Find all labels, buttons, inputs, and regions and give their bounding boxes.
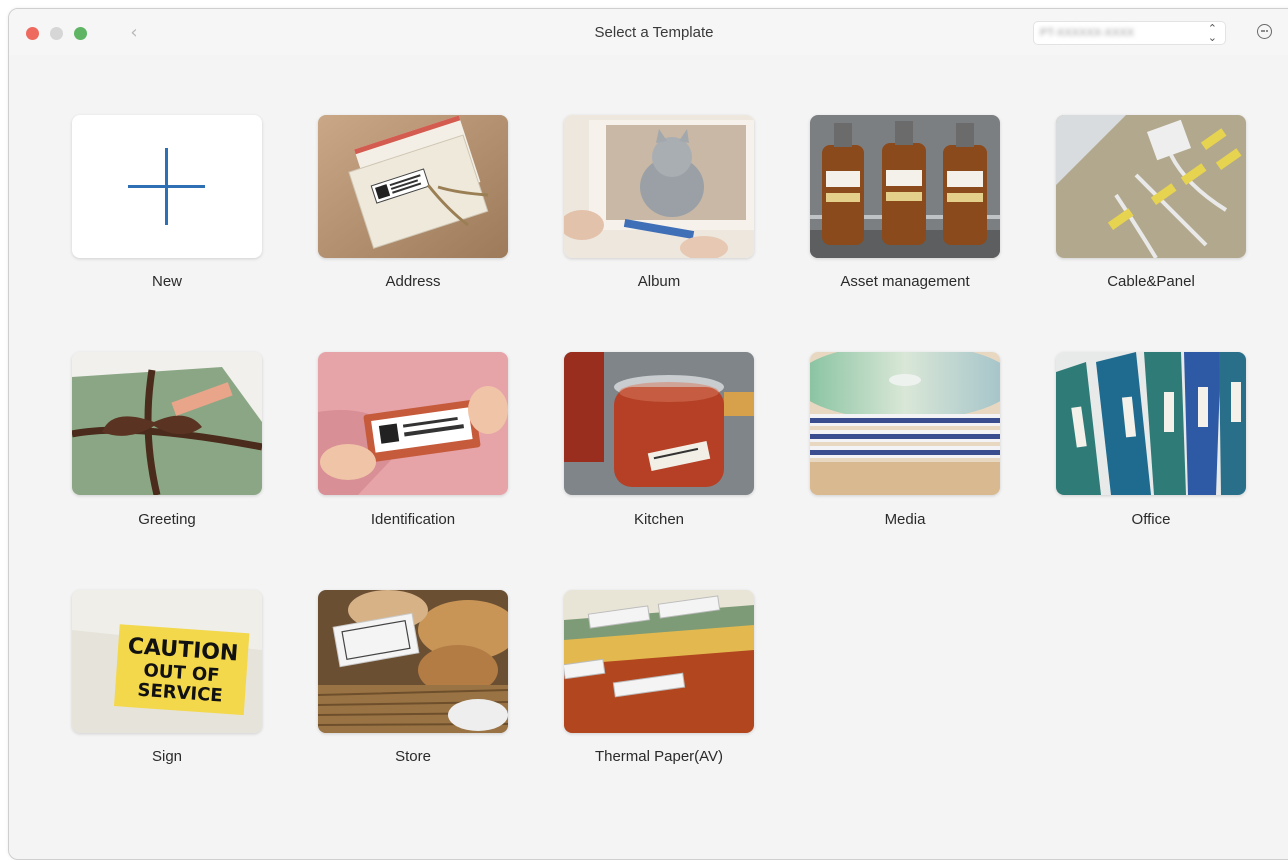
cable-panel-thumbnail[interactable] — [1056, 115, 1246, 258]
new-template-tile[interactable] — [72, 115, 262, 258]
printer-select[interactable]: PT-XXXXXX-XXXX ⌃ ⌄ — [1033, 21, 1226, 45]
template-label: Office — [1131, 511, 1171, 528]
album-thumbnail[interactable] — [564, 115, 754, 258]
template-window: ‹ Select a Template PT-XXXXXX-XXXX ⌃ ⌄ Ne… — [8, 8, 1288, 860]
template-label: Kitchen — [633, 511, 685, 528]
sign-thumbnail[interactable]: CAUTION OUT OF SERVICE — [72, 590, 262, 733]
more-options-icon[interactable] — [1257, 24, 1272, 39]
office-thumbnail[interactable] — [1056, 352, 1246, 495]
media-thumbnail[interactable] — [810, 352, 1000, 495]
template-label: Sign — [151, 748, 183, 765]
template-label: Thermal Paper(AV) — [594, 748, 724, 765]
template-label: Album — [637, 273, 681, 290]
kitchen-thumbnail[interactable] — [564, 352, 754, 495]
store-thumbnail[interactable] — [318, 590, 508, 733]
title-bar: ‹ Select a Template PT-XXXXXX-XXXX ⌃ ⌄ — [9, 9, 1288, 55]
template-label: Media — [884, 511, 926, 528]
greeting-thumbnail[interactable] — [72, 352, 262, 495]
template-label: Store — [395, 748, 431, 765]
template-label: Cable&Panel — [1107, 273, 1195, 290]
template-label: Asset management — [840, 273, 970, 290]
template-label: Greeting — [138, 511, 196, 528]
printer-select-value: PT-XXXXXX-XXXX — [1040, 27, 1135, 39]
thermal-paper-thumbnail[interactable] — [564, 590, 754, 733]
template-label: New — [151, 273, 182, 290]
plus-icon — [128, 148, 205, 225]
address-thumbnail[interactable] — [318, 115, 508, 258]
updown-chevron-icon: ⌃ ⌄ — [1207, 23, 1217, 44]
template-label: Address — [385, 273, 441, 290]
template-label: Identification — [370, 511, 456, 528]
identification-thumbnail[interactable] — [318, 352, 508, 495]
asset-management-thumbnail[interactable] — [810, 115, 1000, 258]
